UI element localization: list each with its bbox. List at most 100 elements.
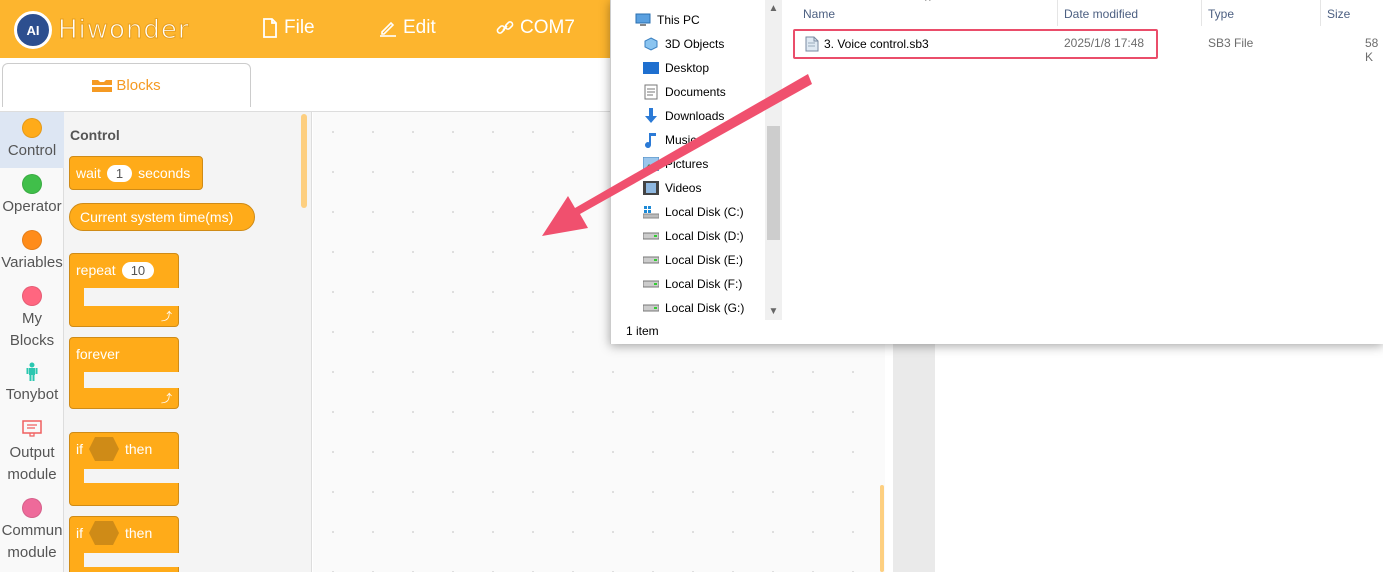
file-size: 58 K: [1365, 36, 1379, 64]
nav-label: Local Disk (D:): [665, 229, 744, 243]
tab-blocks[interactable]: Blocks: [2, 63, 251, 107]
brand-logo[interactable]: AI Hiwonder: [14, 11, 190, 49]
scroll-up-icon[interactable]: ▲: [765, 0, 782, 17]
file-explorer-window: This PC 3D Objects Desktop Documents Dow…: [610, 0, 1383, 344]
category-control[interactable]: Control: [0, 112, 64, 168]
flyout-category-title: Control: [70, 127, 120, 143]
category-output-module[interactable]: Output module: [0, 420, 64, 486]
column-divider[interactable]: [1057, 0, 1058, 26]
nav-label: Local Disk (C:): [665, 205, 744, 219]
nav-item-documents[interactable]: Documents: [643, 80, 726, 104]
nav-item-local-disk-c[interactable]: Local Disk (C:): [643, 200, 744, 224]
category-my-blocks[interactable]: My Blocks: [0, 286, 64, 352]
file-type: SB3 File: [1208, 36, 1254, 50]
nav-item-local-disk-e[interactable]: Local Disk (E:): [643, 248, 743, 272]
nav-item-this-pc[interactable]: This PC: [635, 8, 700, 32]
repeat-slot: [84, 288, 180, 306]
category-variables[interactable]: Variables: [0, 230, 64, 274]
nav-item-local-disk-f[interactable]: Local Disk (F:): [643, 272, 742, 296]
port-menu[interactable]: COM7: [496, 17, 575, 39]
condition-slot[interactable]: [89, 521, 119, 545]
file-name-cell[interactable]: 3. Voice control.sb3: [805, 36, 929, 52]
nav-label: Pictures: [665, 157, 709, 171]
column-header-name[interactable]: Name: [803, 7, 835, 21]
repeat-block[interactable]: repeat 10 ⤴: [69, 253, 180, 327]
repeat-count-input[interactable]: 10: [121, 262, 155, 279]
nav-label: Downloads: [665, 109, 725, 123]
block-text: Current system time(ms): [80, 209, 234, 225]
block-text: repeat: [76, 262, 116, 278]
block-flyout: Control wait 1 seconds Current system ti…: [64, 112, 312, 572]
block-text: then: [125, 441, 153, 457]
pictures-icon: [643, 156, 659, 172]
scroll-thumb[interactable]: [767, 126, 780, 240]
my-blocks-dot-icon: [22, 286, 42, 306]
nav-item-music[interactable]: Music: [643, 128, 696, 152]
category-label: Commun module: [1, 522, 63, 561]
sort-caret-icon: ^: [925, 0, 931, 8]
category-tonybot[interactable]: Tonybot: [0, 362, 64, 406]
column-header-type[interactable]: Type: [1208, 7, 1234, 21]
file-date: 2025/1/8 17:48: [1064, 36, 1145, 50]
documents-icon: [643, 84, 659, 100]
drive-icon: [643, 300, 659, 316]
file-menu[interactable]: File: [262, 17, 315, 39]
workspace-scrollbar[interactable]: [880, 485, 884, 572]
drive-icon: [643, 252, 659, 268]
if-then-block[interactable]: if then: [69, 432, 180, 506]
column-header-size[interactable]: Size: [1327, 7, 1350, 21]
download-icon: [643, 108, 659, 124]
drive-icon: [643, 228, 659, 244]
edit-menu[interactable]: Edit: [379, 17, 436, 39]
edit-menu-label: Edit: [403, 17, 436, 38]
file-menu-label: File: [284, 17, 315, 38]
sb3-file-icon: [805, 36, 819, 52]
videos-icon: [643, 180, 659, 196]
category-commun-module[interactable]: Commun module: [0, 498, 64, 564]
commun-dot-icon: [22, 498, 42, 518]
forever-block[interactable]: forever ⤴: [69, 337, 180, 409]
block-text: seconds: [138, 165, 191, 181]
flyout-scrollbar[interactable]: [301, 114, 307, 208]
file-icon: [263, 18, 277, 38]
if-then-block[interactable]: if then: [69, 516, 180, 572]
loop-arrow-icon: ⤴: [161, 393, 172, 405]
block-text: wait: [76, 165, 101, 181]
condition-slot[interactable]: [89, 437, 119, 461]
column-divider[interactable]: [1320, 0, 1321, 26]
forever-slot: [84, 372, 180, 388]
column-headers: ^ Name Date modified Type Size: [789, 0, 1383, 28]
navigation-scrollbar[interactable]: ▲ ▼: [765, 0, 782, 320]
nav-item-3d-objects[interactable]: 3D Objects: [643, 32, 724, 56]
nav-label: Music: [665, 133, 697, 147]
category-label: Control: [7, 142, 57, 159]
tab-blocks-label: Blocks: [116, 77, 161, 94]
category-label: My Blocks: [9, 310, 55, 349]
category-label: Tonybot: [5, 386, 59, 403]
nav-label: Local Disk (F:): [665, 277, 743, 291]
stage-panel-edge: [893, 344, 935, 572]
monitor-icon: [0, 420, 64, 442]
category-label: Variables: [1, 254, 63, 271]
nav-item-downloads[interactable]: Downloads: [643, 104, 724, 128]
category-label: Operator: [2, 198, 62, 215]
wait-seconds-block[interactable]: wait 1 seconds: [69, 156, 203, 190]
nav-item-local-disk-d[interactable]: Local Disk (D:): [643, 224, 744, 248]
nav-item-local-disk-g[interactable]: Local Disk (G:): [643, 296, 744, 320]
blocks-icon: [92, 79, 113, 92]
column-header-date[interactable]: Date modified: [1064, 7, 1138, 21]
robot-icon: [0, 362, 64, 384]
column-divider[interactable]: [1201, 0, 1202, 26]
nav-item-desktop[interactable]: Desktop: [643, 56, 709, 80]
file-name: 3. Voice control.sb3: [824, 37, 929, 51]
category-operator[interactable]: Operator: [0, 174, 64, 218]
wait-seconds-input[interactable]: 1: [106, 164, 133, 182]
scroll-down-icon[interactable]: ▼: [765, 303, 782, 320]
block-text: if: [76, 525, 83, 541]
status-bar-item-count: 1 item: [626, 324, 659, 338]
current-system-time-block[interactable]: Current system time(ms): [69, 203, 255, 231]
pencil-icon: [380, 21, 396, 37]
category-menu: Control Operator Variables My Blocks Ton…: [0, 112, 64, 572]
nav-item-videos[interactable]: Videos: [643, 176, 701, 200]
nav-item-pictures[interactable]: Pictures: [643, 152, 708, 176]
